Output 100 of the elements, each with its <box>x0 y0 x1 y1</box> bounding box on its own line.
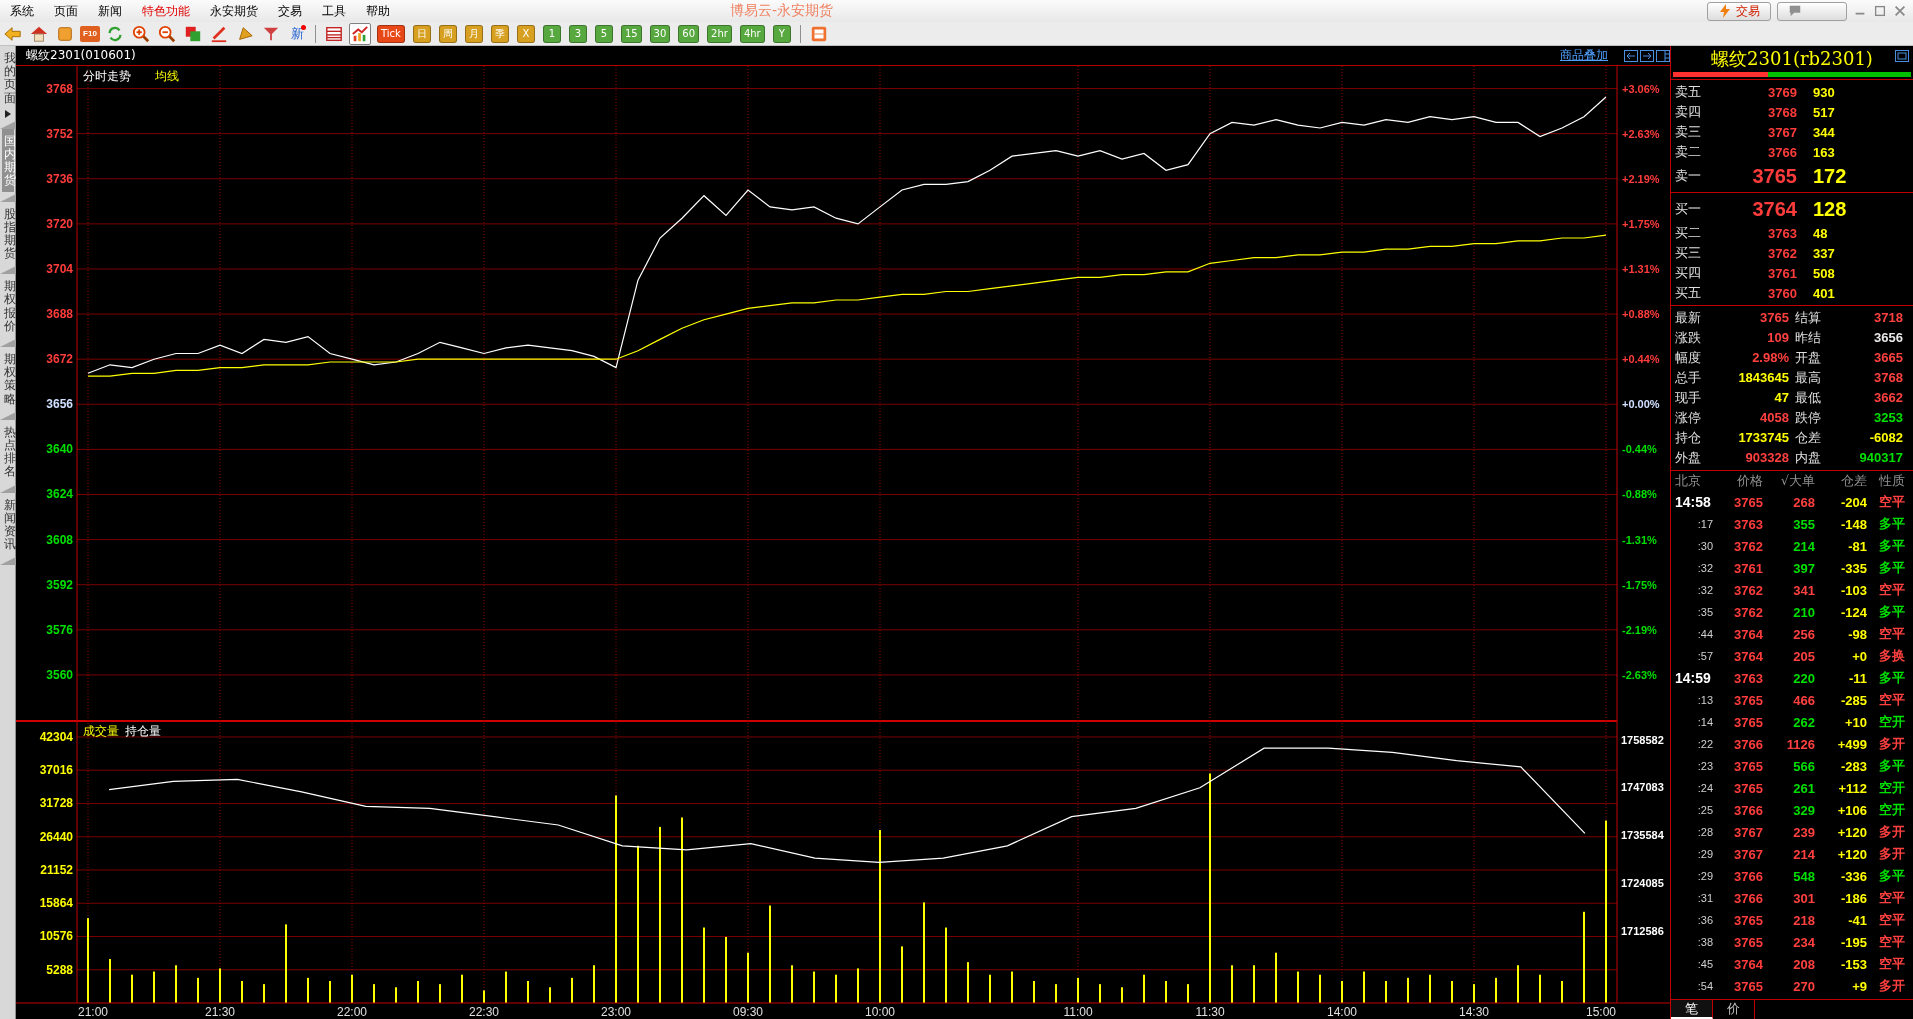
price-cell-text: 3766 <box>1733 802 1763 818</box>
time-axis-label: 11:00 <box>1063 1005 1093 1019</box>
time-axis-label: 14:00 <box>1327 1005 1357 1019</box>
chat-button[interactable] <box>1777 1 1847 21</box>
percent-axis-label: -0.88% <box>1622 488 1657 501</box>
sidebar-tab[interactable]: 新闻资讯 <box>1 492 14 556</box>
zoom-out-icon <box>158 24 176 43</box>
percent-axis-label: -2.19% <box>1622 623 1657 636</box>
period-button[interactable]: 15 <box>620 24 642 43</box>
layout-icon[interactable] <box>1656 49 1670 62</box>
menu-item[interactable]: 交易 <box>268 2 312 20</box>
news-button[interactable]: 新 <box>286 22 308 45</box>
volume-cell-text: 466 <box>1792 692 1815 708</box>
time-cell-text: :25 <box>1696 804 1714 816</box>
menu-item[interactable]: 页面 <box>44 2 88 20</box>
period-button[interactable]: Tick <box>377 24 405 43</box>
speech-bubble-icon <box>1788 4 1802 18</box>
menu-item[interactable]: 永安期货 <box>200 2 268 20</box>
change-cell-text: +120 <box>1836 824 1867 840</box>
price-value: 3761 <box>1767 265 1797 281</box>
change-cell-text: -335 <box>1839 560 1867 576</box>
change-cell-text: +120 <box>1836 846 1867 862</box>
price-cell-text: 3761 <box>1733 560 1763 576</box>
percent-axis-label: +3.06% <box>1622 82 1660 95</box>
left-arrow-icon[interactable] <box>1624 49 1638 62</box>
menu-item[interactable]: 工具 <box>312 2 356 20</box>
nature-cell-text: 空平 <box>1878 493 1905 511</box>
price-cell-text: 3764 <box>1733 648 1763 664</box>
time-cell-text: 14:59 <box>1675 670 1712 686</box>
percent-axis-label: +2.63% <box>1622 127 1660 140</box>
volume-cell-text: 355 <box>1792 516 1815 532</box>
change-cell-text: -186 <box>1839 890 1867 906</box>
menu-item[interactable]: 系统 <box>0 2 44 20</box>
maximize-icon[interactable] <box>1873 4 1887 18</box>
interest-axis-label: 1724085 <box>1621 876 1664 889</box>
stat-label: 昨结 <box>1795 329 1822 347</box>
time-cell-text: :23 <box>1696 760 1714 772</box>
level-label: 卖二 <box>1675 143 1702 161</box>
time-axis-label: 09:30 <box>733 1005 763 1019</box>
stat-value: 4058 <box>1759 409 1790 427</box>
time-cell-text: :36 <box>1696 914 1714 926</box>
stat-label: 最高 <box>1795 369 1822 387</box>
maximize-icon[interactable] <box>1895 50 1909 62</box>
window-title: 博易云-永安期货 <box>730 2 834 20</box>
volume-value: 401 <box>1812 285 1836 301</box>
change-cell-text: -285 <box>1839 692 1867 708</box>
nature-cell-text: 多平 <box>1878 537 1905 555</box>
period-button[interactable]: 2hr <box>707 24 732 43</box>
column-header: 北京 <box>1675 472 1702 490</box>
volume-cell-text: 220 <box>1792 670 1815 686</box>
period-button[interactable]: 3 <box>568 24 587 43</box>
sidebar-tab[interactable]: 期权报价 <box>1 274 14 337</box>
price-value: 3765 <box>1751 164 1797 188</box>
bottom-tab[interactable]: 价 <box>1713 1000 1755 1019</box>
percent-axis-label: +1.75% <box>1622 217 1660 230</box>
price-cell-text: 3765 <box>1733 758 1763 774</box>
period-button[interactable]: 30 <box>649 24 671 43</box>
price-axis-label: 3704 <box>46 261 73 276</box>
time-axis-label: 10:00 <box>865 1005 895 1019</box>
nature-cell-text: 多换 <box>1878 647 1905 665</box>
time-axis-label: 22:00 <box>337 1005 367 1019</box>
period-button[interactable]: 4hr <box>739 24 765 43</box>
sidebar-tab[interactable]: 股指期货 <box>1 201 14 265</box>
sidebar-tab[interactable]: 我的页面 <box>1 46 14 109</box>
triangle-icon <box>0 118 16 129</box>
period-button[interactable]: 1 <box>542 24 561 43</box>
period-button[interactable]: 5 <box>594 24 613 43</box>
period-button[interactable]: Y <box>772 24 791 43</box>
contract-name: 螺纹2301(rb2301) <box>1711 47 1873 71</box>
chart-icon <box>351 24 369 43</box>
volume-value: 508 <box>1812 265 1836 281</box>
price-cell-text: 3762 <box>1733 538 1763 554</box>
price-axis-label: 3688 <box>46 307 73 322</box>
percent-axis-label: +0.00% <box>1622 398 1660 411</box>
overlay-link[interactable]: 商品叠加 <box>1560 47 1608 64</box>
change-cell-text: -195 <box>1839 934 1867 950</box>
percent-axis-label: +2.19% <box>1622 172 1660 185</box>
column-header: 仓差 <box>1840 472 1867 490</box>
price-axis-label: 3736 <box>46 171 73 186</box>
menu-item[interactable]: 特色功能 <box>132 2 200 20</box>
sidebar-tab[interactable]: 期权策略 <box>1 347 14 410</box>
trade-button[interactable]: 交易 <box>1707 1 1771 21</box>
volume-cell-text: 214 <box>1792 846 1815 862</box>
menu-item[interactable]: 新闻 <box>88 2 132 20</box>
bottom-tab[interactable]: 笔 <box>1671 1000 1713 1019</box>
f10-button[interactable]: F10 <box>80 25 100 42</box>
menu-item[interactable]: 帮助 <box>356 2 400 20</box>
period-button[interactable]: 60 <box>678 24 700 43</box>
time-cell-text: :57 <box>1696 650 1714 662</box>
chart-button[interactable] <box>349 22 371 45</box>
stat-value: 3662 <box>1873 389 1904 407</box>
volume-axis-label: 26440 <box>39 829 73 844</box>
stat-label: 最低 <box>1795 389 1822 407</box>
sidebar-tab[interactable]: 热点排名 <box>1 419 14 483</box>
price-cell-text: 3767 <box>1733 824 1763 840</box>
nature-cell-text: 空平 <box>1878 911 1905 929</box>
price-axis-label: 3672 <box>46 352 73 367</box>
close-icon[interactable] <box>1893 4 1907 18</box>
right-arrow-icon[interactable] <box>1640 49 1654 62</box>
interest-axis-label: 1712586 <box>1621 924 1664 937</box>
